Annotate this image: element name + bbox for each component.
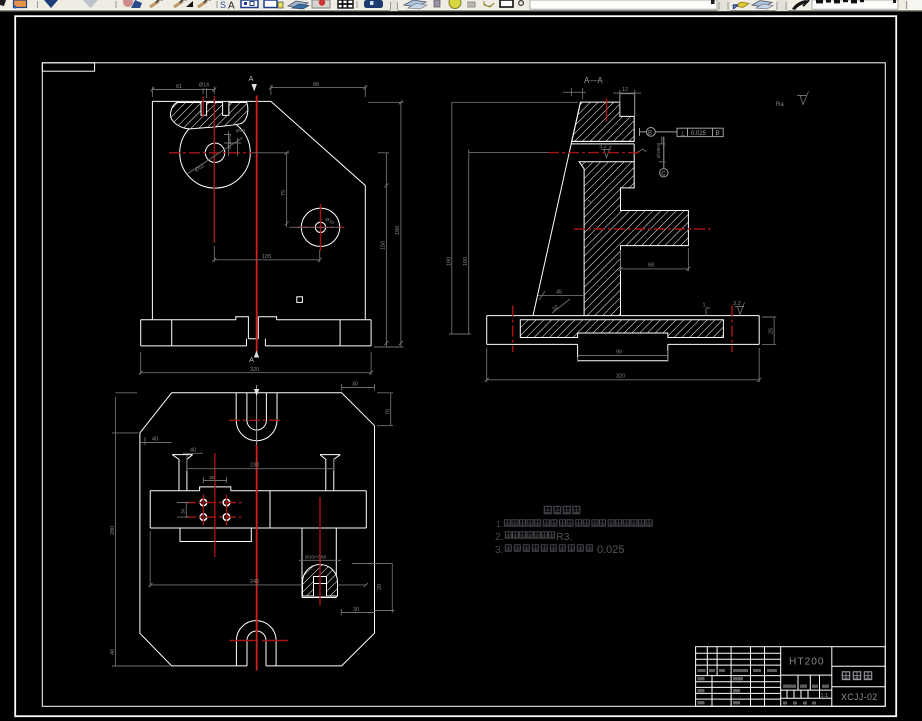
- svg-text:0.025: 0.025: [597, 544, 625, 556]
- svg-text:70: 70: [386, 409, 392, 415]
- svg-text:Ø16: Ø16: [199, 83, 209, 89]
- svg-text:90: 90: [616, 350, 622, 356]
- svg-text:0.025: 0.025: [691, 131, 707, 137]
- svg-text:Ø30: Ø30: [236, 128, 245, 134]
- svg-text:C: C: [661, 171, 666, 177]
- svg-text:3.2: 3.2: [599, 144, 607, 150]
- svg-text:B: B: [648, 131, 652, 137]
- svg-text:30: 30: [353, 607, 359, 613]
- svg-text:A: A: [249, 355, 254, 364]
- svg-text:45: 45: [556, 290, 562, 296]
- svg-text:40: 40: [110, 649, 116, 655]
- svg-text:A—A: A—A: [584, 76, 603, 85]
- svg-text:R3.: R3.: [556, 531, 572, 543]
- svg-text:25: 25: [769, 328, 775, 334]
- svg-text:88: 88: [313, 82, 319, 88]
- svg-text:280: 280: [110, 526, 116, 535]
- svg-text:150: 150: [381, 241, 387, 250]
- svg-text:Ø18H7: Ø18H7: [227, 133, 233, 149]
- svg-text:A: A: [228, 1, 235, 12]
- svg-text:320: 320: [616, 374, 625, 380]
- svg-text:3.2: 3.2: [733, 301, 741, 307]
- svg-text:30: 30: [181, 508, 187, 514]
- svg-text:2.: 2.: [495, 532, 503, 543]
- svg-text:HT200: HT200: [789, 657, 825, 668]
- svg-text:Ø18H7: Ø18H7: [656, 142, 662, 158]
- svg-text:240: 240: [250, 579, 259, 585]
- svg-text:20: 20: [377, 584, 383, 590]
- svg-text:320: 320: [250, 367, 259, 373]
- svg-text:XCJJ-02: XCJJ-02: [841, 692, 878, 702]
- svg-text:160: 160: [463, 257, 469, 266]
- svg-text:1.: 1.: [496, 519, 503, 529]
- svg-text:⊥: ⊥: [680, 130, 686, 137]
- svg-text:68: 68: [648, 263, 654, 269]
- svg-text:30: 30: [352, 382, 358, 388]
- svg-text:Ra: Ra: [776, 102, 784, 108]
- svg-text:230: 230: [250, 463, 259, 469]
- svg-text:3.: 3.: [495, 545, 503, 556]
- svg-text:190: 190: [446, 257, 452, 266]
- svg-text:75: 75: [281, 190, 287, 196]
- svg-text:105: 105: [262, 254, 271, 260]
- svg-text:1: 1: [703, 303, 706, 309]
- svg-text:Ø10H7/k6: Ø10H7/k6: [305, 555, 327, 561]
- svg-text:40: 40: [190, 448, 196, 454]
- svg-text:S: S: [220, 0, 226, 10]
- svg-text:180: 180: [395, 226, 401, 235]
- svg-text:12: 12: [622, 87, 628, 93]
- svg-text:40: 40: [152, 437, 158, 443]
- svg-text:36: 36: [209, 475, 215, 481]
- svg-text:1:1: 1:1: [821, 693, 829, 699]
- svg-text:B: B: [716, 131, 720, 137]
- svg-text:61: 61: [176, 84, 182, 90]
- svg-text:A: A: [249, 74, 254, 83]
